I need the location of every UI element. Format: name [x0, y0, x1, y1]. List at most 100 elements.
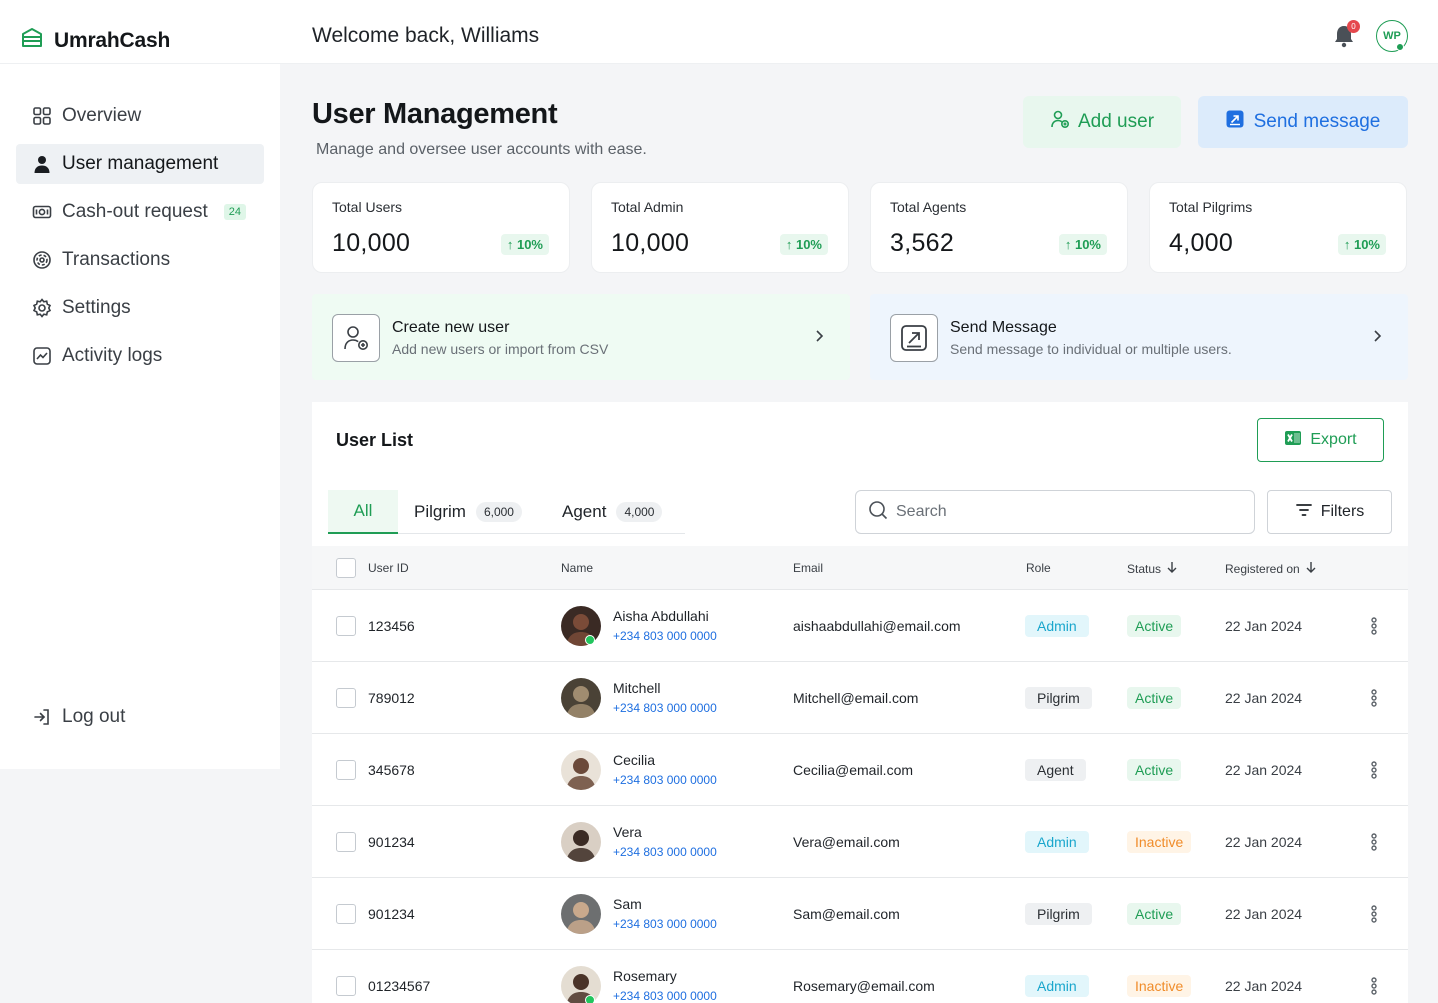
- registered-date: 22 Jan 2024: [1225, 762, 1303, 778]
- stat-change-text: 10%: [1074, 237, 1101, 252]
- more-options-icon[interactable]: [1370, 976, 1378, 996]
- avatar[interactable]: [561, 966, 601, 1003]
- stat-change-text: 10%: [1353, 237, 1380, 252]
- export-button[interactable]: Export: [1257, 418, 1384, 462]
- user-list-title: User List: [336, 430, 414, 450]
- table-row[interactable]: 01234567 Rosemary +234 803 000 0000 Rosemar…: [312, 950, 1408, 1003]
- user-phone[interactable]: +234 803 000 0000: [613, 701, 717, 715]
- more-options-icon[interactable]: [1370, 832, 1378, 852]
- status-badge: Inactive: [1127, 831, 1192, 853]
- sidebar-item-overview[interactable]: Overview: [16, 96, 264, 136]
- row-checkbox[interactable]: [336, 976, 356, 996]
- user-id: 901234: [368, 906, 415, 922]
- filters-button[interactable]: Filters: [1267, 490, 1392, 534]
- avatar[interactable]: [561, 678, 601, 718]
- filter-icon: [1295, 501, 1313, 524]
- create-user-title: Create new user: [392, 319, 510, 336]
- row-checkbox[interactable]: [336, 832, 356, 852]
- sidebar-item-label: Settings: [62, 297, 131, 318]
- column-name[interactable]: Name: [561, 561, 593, 575]
- role-badge: Admin: [1025, 831, 1089, 853]
- brand-name: UmrahCash: [54, 28, 171, 52]
- table-row[interactable]: 345678 Cecilia +234 803 000 0000 Cecilia@em…: [312, 734, 1408, 806]
- role-badge: Admin: [1025, 975, 1089, 997]
- tab-label: All: [353, 501, 373, 520]
- add-user-button[interactable]: Add user: [1023, 96, 1181, 148]
- user-name: Cecilia: [613, 752, 656, 768]
- logout-icon: [32, 707, 52, 727]
- user-phone[interactable]: +234 803 000 0000: [613, 629, 717, 643]
- row-checkbox[interactable]: [336, 616, 356, 636]
- user-email: aishaabdullahi@email.com: [793, 618, 961, 634]
- status-badge: Active: [1127, 903, 1182, 925]
- column-status[interactable]: Status: [1127, 561, 1178, 576]
- create-new-user-card[interactable]: Create new user Add new users or import …: [312, 294, 850, 380]
- table-row[interactable]: 901234 Sam +234 803 000 0000 Sam@email.com P…: [312, 878, 1408, 950]
- column-user-id[interactable]: User ID: [368, 561, 409, 575]
- add-user-label: Add user: [1077, 111, 1155, 132]
- status-badge: Active: [1127, 615, 1182, 637]
- user-id: 345678: [368, 762, 415, 778]
- row-checkbox[interactable]: [336, 760, 356, 780]
- avatar[interactable]: [561, 606, 601, 646]
- stat-change-badge: ↑ 10%: [779, 234, 828, 255]
- select-all-checkbox[interactable]: [336, 558, 356, 578]
- user-phone[interactable]: +234 803 000 0000: [613, 917, 717, 931]
- stat-value: 4,000: [1169, 229, 1234, 257]
- sidebar-item-activity-logs[interactable]: Activity logs: [16, 336, 264, 376]
- avatar[interactable]: [561, 750, 601, 790]
- stat-change-badge: ↑ 10%: [500, 234, 549, 255]
- row-checkbox[interactable]: [336, 688, 356, 708]
- sidebar-item-cash-out-request[interactable]: Cash-out request 24: [16, 192, 264, 232]
- add-user-icon: [332, 314, 380, 362]
- arrow-up-icon: ↑: [785, 237, 793, 252]
- logout-button[interactable]: Log out: [16, 697, 264, 737]
- search-input[interactable]: [896, 503, 1236, 521]
- tab-pilgrim[interactable]: Pilgrim 6,000: [414, 490, 522, 534]
- user-type-tabs: All Pilgrim 6,000 Agent 4,000: [328, 490, 685, 534]
- table-row[interactable]: 901234 Vera +234 803 000 0000 Vera@email.co…: [312, 806, 1408, 878]
- user-phone[interactable]: +234 803 000 0000: [613, 773, 717, 787]
- send-message-card[interactable]: Send Message Send message to individual …: [870, 294, 1408, 380]
- add-user-icon: [1050, 109, 1070, 135]
- stat-card-total-agents: Total Agents 3,562 ↑ 10%: [870, 182, 1128, 273]
- arrow-up-icon: ↑: [506, 237, 514, 252]
- column-role[interactable]: Role: [1026, 561, 1051, 575]
- more-options-icon[interactable]: [1370, 904, 1378, 924]
- more-options-icon[interactable]: [1370, 760, 1378, 780]
- online-indicator: [585, 995, 595, 1003]
- brand[interactable]: UmrahCash: [20, 26, 170, 55]
- online-indicator: [1396, 43, 1404, 51]
- stat-value: 3,562: [890, 229, 955, 257]
- avatar[interactable]: [561, 894, 601, 934]
- send-message-title: Send Message: [950, 319, 1057, 336]
- user-phone[interactable]: +234 803 000 0000: [613, 845, 717, 859]
- status-badge: Inactive: [1127, 975, 1192, 997]
- role-badge: Pilgrim: [1025, 903, 1092, 925]
- grid-icon: [32, 106, 52, 126]
- more-options-icon[interactable]: [1370, 688, 1378, 708]
- avatar[interactable]: [561, 822, 601, 862]
- tab-agent[interactable]: Agent 4,000: [562, 490, 663, 534]
- send-message-desc: Send message to individual or multiple u…: [950, 341, 1232, 357]
- stat-change-text: 10%: [516, 237, 543, 252]
- user-phone[interactable]: +234 803 000 0000: [613, 989, 717, 1003]
- tab-all[interactable]: All: [328, 490, 398, 534]
- row-checkbox[interactable]: [336, 904, 356, 924]
- send-message-icon: [890, 314, 938, 362]
- more-options-icon[interactable]: [1370, 616, 1378, 636]
- stat-value: 10,000: [332, 229, 411, 257]
- sidebar-item-label: User management: [62, 153, 219, 174]
- search-box[interactable]: [855, 490, 1255, 534]
- activity-icon: [32, 346, 52, 366]
- sidebar-item-user-management[interactable]: User management: [16, 144, 264, 184]
- send-message-button[interactable]: Send message: [1198, 96, 1408, 148]
- user-name: Aisha Abdullahi: [613, 608, 709, 624]
- sidebar-item-transactions[interactable]: Transactions: [16, 240, 264, 280]
- table-row[interactable]: 123456 Aisha Abdullahi +234 803 000 0000 ai…: [312, 590, 1408, 662]
- filters-label: Filters: [1320, 503, 1365, 520]
- sidebar-item-settings[interactable]: Settings: [16, 288, 264, 328]
- column-registered-on[interactable]: Registered on: [1225, 561, 1317, 576]
- column-email[interactable]: Email: [793, 561, 823, 575]
- table-row[interactable]: 789012 Mitchell +234 803 000 0000 Mitchell@…: [312, 662, 1408, 734]
